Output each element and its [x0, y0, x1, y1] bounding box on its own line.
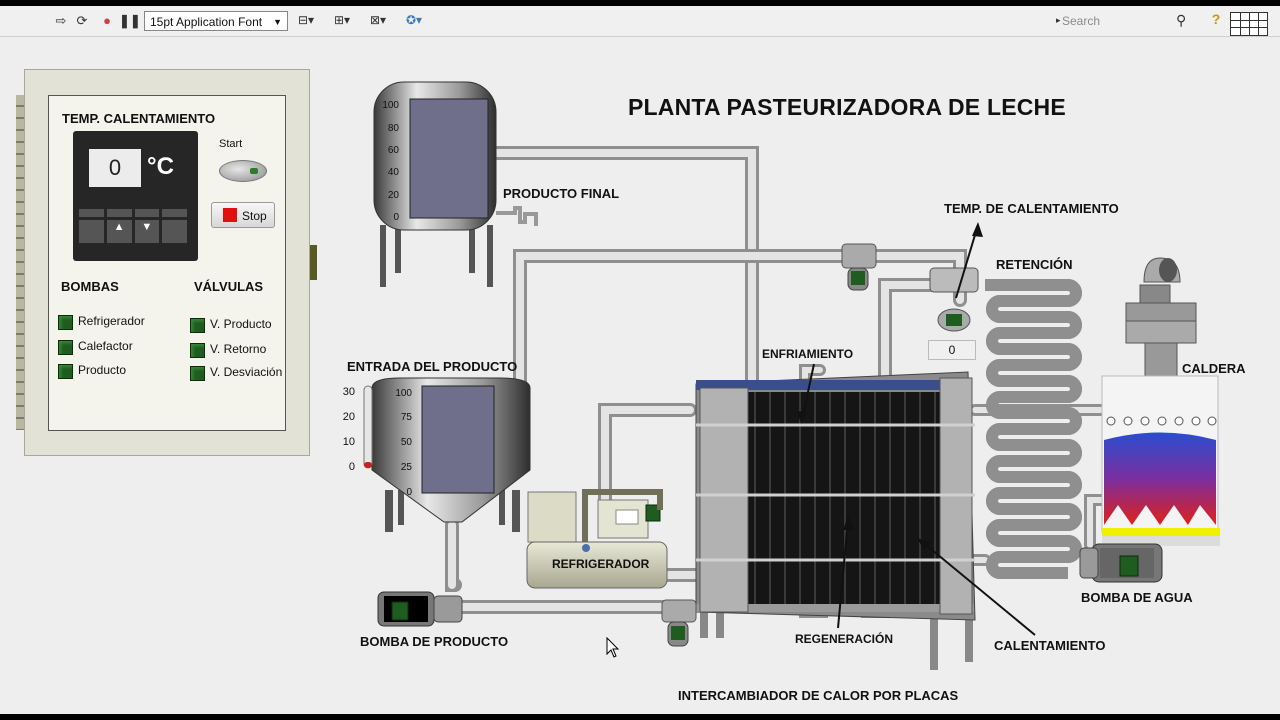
- tank-bottom-tick-0: 0: [406, 487, 412, 498]
- label-bomba-agua: BOMBA DE AGUA: [1081, 590, 1193, 605]
- water-pump-icon: [1079, 543, 1163, 583]
- product-pump-icon: [377, 591, 463, 627]
- label-bomba-producto: BOMBA DE PRODUCTO: [360, 634, 509, 649]
- tank-entrada-producto: [371, 377, 531, 532]
- retention-coil: [985, 279, 1076, 579]
- tank-bottom-tick-25: 25: [401, 462, 413, 473]
- thermo-tick-20: 20: [343, 411, 355, 423]
- tank-producto-final: [373, 81, 538, 287]
- label-intercambiador: INTERCAMBIADOR DE CALOR POR PLACAS: [678, 688, 959, 703]
- thermo-tick-30: 30: [343, 386, 355, 398]
- label-entrada-producto: ENTRADA DEL PRODUCTO: [347, 359, 518, 374]
- label-regeneracion: REGENERACIÓN: [795, 632, 894, 646]
- tank-top-tick-0: 0: [393, 212, 399, 223]
- tank-top-tick-60: 60: [388, 145, 400, 156]
- tank-top-tick-80: 80: [388, 123, 400, 134]
- tank-top-tick-100: 100: [382, 100, 399, 111]
- tank-bottom-tick-100: 100: [395, 388, 412, 399]
- label-enfriamiento: ENFRIAMIENTO: [762, 347, 854, 361]
- valve-icon: [841, 243, 877, 291]
- diagram-title: PLANTA PASTEURIZADORA DE LECHE: [628, 94, 1066, 120]
- label-producto-final: PRODUCTO FINAL: [503, 186, 620, 201]
- label-calentamiento: CALENTAMIENTO: [994, 638, 1106, 653]
- window-bottom-edge: [0, 714, 1280, 720]
- tank-bottom-tick-50: 50: [401, 437, 413, 448]
- tank-top-level: [409, 98, 489, 219]
- thermo-tick-10: 10: [343, 436, 355, 448]
- thermometer: [363, 385, 373, 469]
- tank-bottom-tick-75: 75: [401, 412, 413, 423]
- tank-top-tick-20: 20: [388, 190, 400, 201]
- label-caldera: CALDERA: [1182, 361, 1246, 376]
- label-temp-calentamiento: TEMP. DE CALENTAMIENTO: [944, 201, 1119, 216]
- plate-heat-exchanger: [695, 371, 976, 670]
- thermometer-scale: 30 20 10 0: [343, 386, 355, 473]
- boiler-icon: [1101, 257, 1220, 546]
- valve-icon: [661, 599, 697, 647]
- refrigerator-icon: [526, 489, 668, 589]
- tank-top-tick-40: 40: [388, 167, 400, 178]
- thermo-tick-0: 0: [349, 461, 355, 473]
- mouse-cursor-icon: [606, 636, 620, 658]
- temp-readout: 0: [928, 340, 976, 360]
- label-refrigerador: REFRIGERADOR: [552, 557, 650, 571]
- tank-bottom-level: [421, 385, 495, 494]
- label-retencion: RETENCIÓN: [996, 257, 1073, 272]
